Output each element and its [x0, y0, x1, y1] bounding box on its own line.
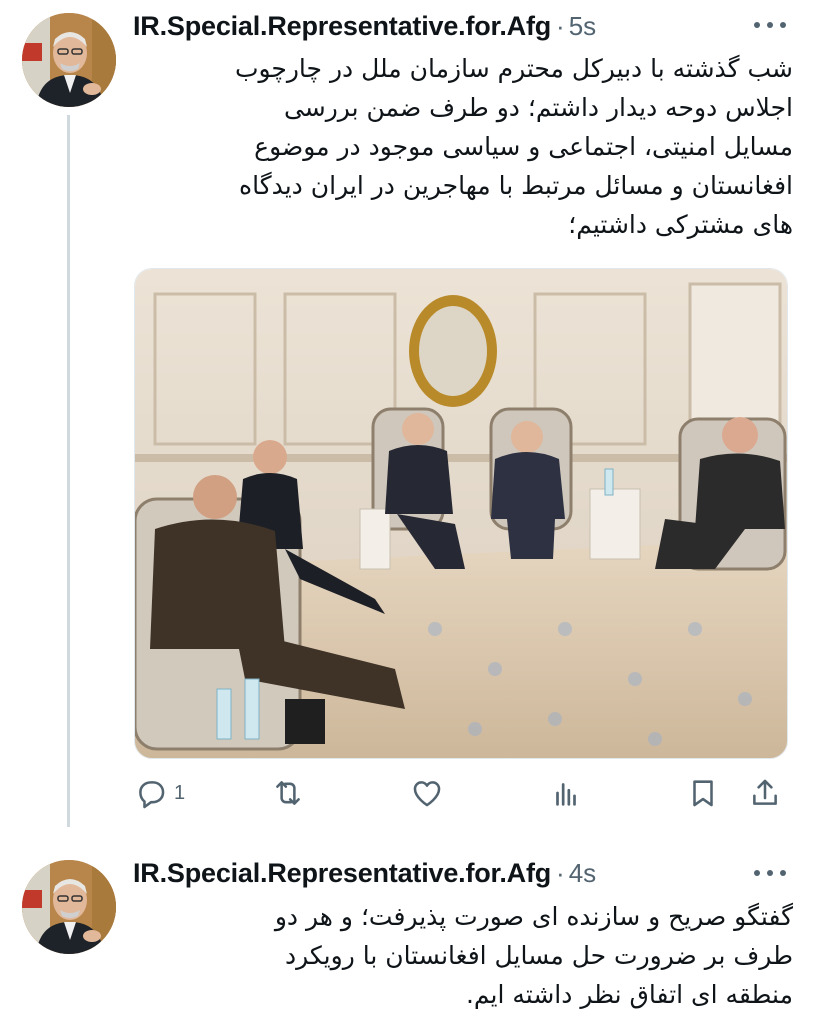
bookmark-icon	[693, 780, 713, 807]
like-button[interactable]	[410, 773, 444, 813]
bookmark-button[interactable]	[686, 773, 720, 813]
like-icon	[413, 781, 441, 807]
separator-dot: ·	[556, 858, 565, 888]
author-name[interactable]: IR.Special.Representative.for.Afg	[133, 858, 551, 889]
tweet-text-line: شب گذشته با دبیرکل محترم سازمان ملل در چ…	[234, 54, 793, 83]
views-button[interactable]	[549, 773, 583, 813]
tweet-text: شب گذشته با دبیرکل محترم سازمان ملل در چ…	[133, 49, 793, 244]
more-options-icon[interactable]	[754, 20, 786, 30]
reply-icon	[139, 781, 165, 809]
share-button[interactable]	[748, 773, 782, 813]
timestamp[interactable]: 5s	[569, 11, 596, 42]
tweet-header: IR.Special.Representative.for.Afg · 4s	[133, 858, 596, 889]
tweet-text-line: گفتگو صریح و سازنده ای صورت پذیرفت؛ و هر…	[274, 902, 793, 931]
meeting-photo-image	[135, 269, 787, 758]
share-icon	[753, 779, 777, 805]
author-name[interactable]: IR.Special.Representative.for.Afg	[133, 11, 551, 42]
tweet-text-line: طرف بر ضرورت حل مسایل افغانستان با رویکر…	[284, 941, 793, 970]
reply-count: 1	[174, 781, 186, 804]
retweet-button[interactable]	[271, 773, 305, 813]
reply-button[interactable]: 1	[134, 773, 185, 813]
tweet-text-line: مسایل امنیتی، اجتماعی و سیاسی موجود در م…	[254, 132, 793, 161]
tweet-text: گفتگو صریح و سازنده ای صورت پذیرفت؛ و هر…	[133, 897, 793, 1014]
views-icon	[556, 783, 576, 806]
tweet-text-line: افغانستان و مسائل مرتبط با مهاجرین در ای…	[238, 171, 793, 200]
avatar-portrait	[22, 860, 116, 954]
tweet-text-line: اجلاس دوحه دیدار داشتم؛ دو طرف ضمن بررسی	[283, 93, 793, 122]
tweet-header: IR.Special.Representative.for.Afg · 5s	[133, 11, 596, 42]
separator-dot: ·	[556, 11, 565, 41]
avatar-portrait	[22, 13, 116, 107]
timestamp[interactable]: 4s	[569, 858, 596, 889]
tweet-photo[interactable]	[134, 268, 788, 759]
author-avatar[interactable]	[22, 13, 116, 107]
thread-connector-line	[67, 115, 70, 827]
tweet-text-line: منطقه ای اتفاق نظر داشته ایم.	[465, 980, 793, 1009]
tweet-text-line: های مشترکی داشتیم؛	[568, 210, 793, 239]
author-avatar[interactable]	[22, 860, 116, 954]
tweet-action-bar: 1	[134, 773, 786, 817]
more-options-icon[interactable]	[754, 868, 786, 878]
retweet-icon	[276, 781, 300, 805]
